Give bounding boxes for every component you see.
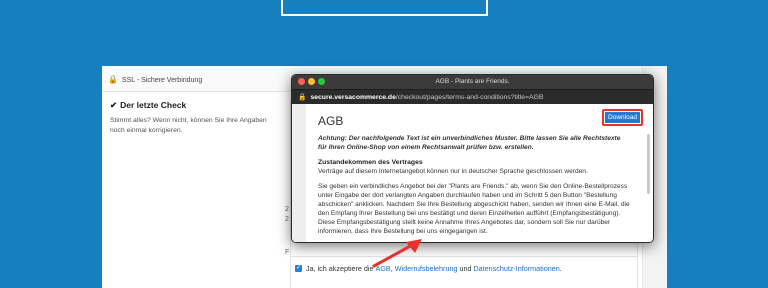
agb-popup-window: AGB - Plants are Friends. 🔒 secure.versac… <box>291 74 654 243</box>
agb-content: AGB Download Achtung: Der nachfolgende T… <box>292 104 653 242</box>
panel-stub-label: F <box>285 249 290 256</box>
download-button[interactable]: Download <box>605 112 640 123</box>
url-bar[interactable]: 🔒 secure.versacommerce.de/checkout/pages/… <box>292 89 653 104</box>
ssl-label: SSL - Sichere Verbindung <box>121 77 203 84</box>
agree-and: und <box>459 264 472 273</box>
check-text: Stimmt alles? Wenn nicht, können Sie Ihr… <box>110 117 267 134</box>
top-outline-box <box>281 0 488 16</box>
url-lock-icon: 🔒 <box>298 94 307 101</box>
paragraph: Sie geben ein verbindliches Angebot bei … <box>318 183 630 235</box>
checkmark-icon: ✔ <box>110 100 118 110</box>
divider <box>290 256 638 257</box>
close-window-icon[interactable] <box>298 78 305 85</box>
lock-icon: 🔒 <box>108 75 118 84</box>
window-title: AGB - Plants are Friends. <box>435 78 510 85</box>
minimize-window-icon[interactable] <box>308 78 315 85</box>
window-controls <box>298 78 328 85</box>
check-title: ✔ Der letzte Check <box>110 100 280 111</box>
section-title: Zustandekommen des Vertrages <box>318 159 423 166</box>
checkout-sidebar: ✔ Der letzte Check Stimmt alles? Wenn nic… <box>110 100 280 136</box>
url-path: /checkout/pages/terms-and-conditions?tit… <box>395 94 544 101</box>
panel-stub-label: 2 <box>285 206 289 213</box>
panel-stub-label: 2 <box>285 216 289 223</box>
terms-checkbox[interactable]: ✓ <box>295 265 302 272</box>
window-titlebar[interactable]: AGB - Plants are Friends. <box>292 75 653 89</box>
red-arrow-icon <box>372 239 422 268</box>
legal-notice: Achtung: Der nachfolgende Text ist ein u… <box>318 135 621 151</box>
url-domain: secure.versacommerce.de <box>310 94 396 101</box>
datenschutz-link[interactable]: Datenschutz-Informationen <box>473 264 559 273</box>
paragraph: Verträge auf diesem Internetangebot könn… <box>318 168 588 175</box>
agree-prefix: Ja, ich akzeptiere die <box>306 264 374 273</box>
scrollbar[interactable] <box>647 134 650 194</box>
check-title-text: Der letzte Check <box>120 100 187 110</box>
download-button-highlight: Download <box>602 109 643 126</box>
agb-heading: AGB <box>318 114 344 128</box>
maximize-window-icon[interactable] <box>318 78 325 85</box>
agree-suffix: . <box>559 264 562 273</box>
